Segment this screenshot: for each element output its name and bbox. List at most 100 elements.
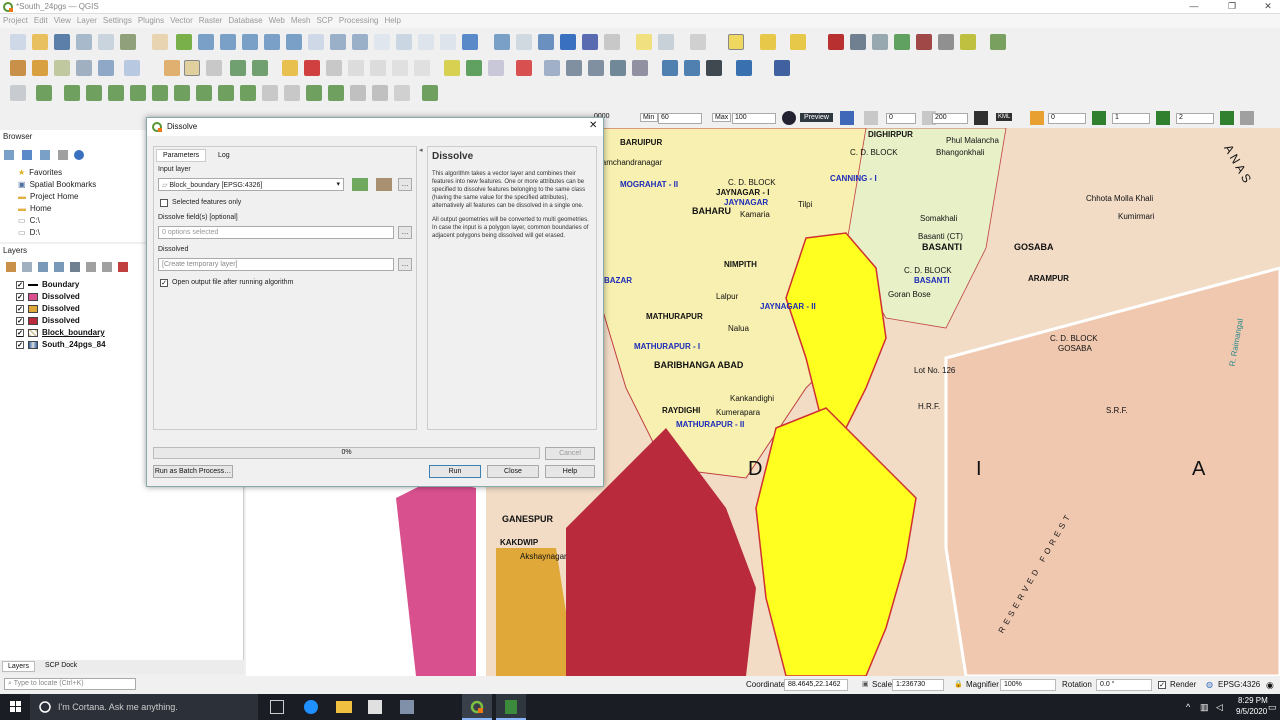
store-icon[interactable] bbox=[368, 700, 382, 714]
copy-icon[interactable] bbox=[348, 60, 364, 76]
menu-processing[interactable]: Processing bbox=[336, 14, 382, 27]
rotate-feature-icon[interactable] bbox=[64, 85, 80, 101]
browser-item-home[interactable]: ▬ Home bbox=[18, 204, 51, 213]
search-layer-icon[interactable] bbox=[684, 60, 700, 76]
scp-play-icon-1[interactable] bbox=[1092, 111, 1106, 125]
help-button[interactable]: Help bbox=[545, 465, 595, 478]
menu-plugins[interactable]: Plugins bbox=[135, 14, 167, 27]
input-layer-browse-button[interactable]: … bbox=[398, 178, 412, 191]
reshape-icon[interactable] bbox=[218, 85, 234, 101]
collapse-all-icon[interactable] bbox=[58, 150, 68, 160]
rotation-field[interactable]: 0.0 ° bbox=[1096, 679, 1152, 691]
field-0-input[interactable]: 0 bbox=[1048, 113, 1086, 124]
selected-only-checkbox[interactable] bbox=[160, 199, 168, 207]
label-tool-icon[interactable] bbox=[444, 60, 460, 76]
dissolved-output-input[interactable]: [Create temporary layer] bbox=[158, 258, 394, 271]
reverse-line-icon[interactable] bbox=[350, 85, 366, 101]
simplify-feature-icon[interactable] bbox=[86, 85, 102, 101]
cut-icon[interactable] bbox=[326, 60, 342, 76]
dissolved-output-browse-button[interactable]: … bbox=[398, 258, 412, 271]
menu-settings[interactable]: Settings bbox=[100, 14, 135, 27]
crs-label[interactable]: EPSG:4326 bbox=[1218, 680, 1260, 689]
magnifier-field[interactable]: 100% bbox=[1000, 679, 1056, 691]
second-app-taskbar-button[interactable] bbox=[496, 694, 526, 720]
shape-digitize-icon[interactable] bbox=[422, 85, 438, 101]
menu-mesh[interactable]: Mesh bbox=[288, 14, 314, 27]
highlight-labels-icon[interactable] bbox=[516, 60, 532, 76]
zoom-native-icon[interactable] bbox=[308, 34, 324, 50]
field-2-input[interactable]: 2 bbox=[1176, 113, 1214, 124]
show-hide-labels-icon[interactable] bbox=[610, 60, 626, 76]
action-center-icon[interactable]: ▭ bbox=[1268, 702, 1277, 713]
scp-t-icon[interactable] bbox=[864, 111, 878, 125]
modify-attributes-icon[interactable] bbox=[282, 60, 298, 76]
merge-features-icon[interactable] bbox=[306, 85, 322, 101]
layer-checkbox[interactable]: ✓ bbox=[16, 280, 24, 289]
move-feature-icon[interactable] bbox=[394, 85, 410, 101]
refresh-icon[interactable] bbox=[462, 34, 478, 50]
fill-ring-icon[interactable] bbox=[152, 85, 168, 101]
layer-checkbox[interactable]: ✓ bbox=[16, 304, 24, 313]
text-annotation-icon[interactable] bbox=[658, 34, 674, 50]
menu-web[interactable]: Web bbox=[266, 14, 288, 27]
python-console-icon[interactable] bbox=[736, 60, 752, 76]
filter-legend-icon[interactable] bbox=[54, 262, 64, 272]
identify-icon[interactable] bbox=[494, 34, 510, 50]
search-globe-icon[interactable] bbox=[662, 60, 678, 76]
layer-item-dissolved-3[interactable]: ✓ Dissolved bbox=[16, 316, 80, 325]
layer-item-dissolved-1[interactable]: ✓ Dissolved bbox=[16, 292, 80, 301]
coordinate-field[interactable]: 88.4645,22.1462 bbox=[784, 679, 848, 691]
run-button[interactable]: Run bbox=[429, 465, 481, 478]
layer-item-boundary[interactable]: ✓ Boundary bbox=[16, 280, 79, 289]
select-features-icon[interactable] bbox=[728, 34, 744, 50]
camera-icon[interactable] bbox=[706, 60, 722, 76]
extent-icon[interactable]: ▣ bbox=[862, 680, 869, 688]
zoom-out-icon[interactable] bbox=[220, 34, 236, 50]
scp-pointer-icon[interactable] bbox=[894, 34, 910, 50]
iterate-icon[interactable] bbox=[352, 178, 368, 191]
kml-button[interactable]: KML bbox=[996, 113, 1013, 121]
tab-scp-dock[interactable]: SCP Dock bbox=[40, 661, 82, 670]
pin-labels-icon[interactable] bbox=[488, 60, 504, 76]
zoom-last-icon[interactable] bbox=[330, 34, 346, 50]
scp-play-icon-3[interactable] bbox=[1220, 111, 1234, 125]
snapping-icon[interactable] bbox=[10, 85, 26, 101]
redo-icon[interactable] bbox=[414, 60, 430, 76]
browser-item-c-drive[interactable]: ▭ C:\ bbox=[18, 216, 40, 225]
annotation-text-icon[interactable] bbox=[690, 34, 706, 50]
app-icon[interactable] bbox=[400, 700, 414, 714]
label-properties-icon[interactable] bbox=[632, 60, 648, 76]
collapse-help-icon[interactable]: ◂ bbox=[419, 146, 423, 154]
tab-parameters[interactable]: Parameters bbox=[156, 149, 207, 162]
tab-log[interactable]: Log bbox=[212, 150, 236, 161]
batch-process-button[interactable]: Run as Batch Process… bbox=[153, 465, 233, 478]
toggle-editing-icon[interactable] bbox=[184, 60, 200, 76]
menu-help[interactable]: Help bbox=[381, 14, 403, 27]
open-project-icon[interactable] bbox=[32, 34, 48, 50]
volume-icon[interactable]: ◁ bbox=[1216, 702, 1223, 713]
scp-tool-icon[interactable] bbox=[850, 34, 866, 50]
digitize-pencil-icon[interactable] bbox=[164, 60, 180, 76]
menu-project[interactable]: Project bbox=[0, 14, 31, 27]
layer-checkbox[interactable]: ✓ bbox=[16, 340, 24, 349]
crs-globe-icon[interactable]: ◍ bbox=[1206, 680, 1213, 689]
zoom-selection-icon[interactable] bbox=[264, 34, 280, 50]
collapse-all-layers-icon[interactable] bbox=[102, 262, 112, 272]
data-source-manager-icon[interactable] bbox=[10, 60, 26, 76]
s-input[interactable]: 200 bbox=[932, 113, 968, 124]
clock-time[interactable]: 8:29 PM bbox=[1238, 696, 1268, 705]
scale-field[interactable]: 1:236730 bbox=[892, 679, 944, 691]
new-3d-view-icon[interactable] bbox=[396, 34, 412, 50]
min-input[interactable]: 60 bbox=[658, 113, 702, 124]
add-feature-icon[interactable] bbox=[230, 60, 246, 76]
measure-icon[interactable] bbox=[604, 34, 620, 50]
browser-item-d-drive[interactable]: ▭ D:\ bbox=[18, 228, 40, 237]
field-1-input[interactable]: 1 bbox=[1112, 113, 1150, 124]
menu-scp[interactable]: SCP bbox=[313, 14, 335, 27]
scp-roi-icon[interactable] bbox=[916, 34, 932, 50]
cancel-button[interactable]: Cancel bbox=[545, 447, 595, 460]
layer-checkbox[interactable]: ✓ bbox=[16, 292, 24, 301]
change-label-icon[interactable] bbox=[588, 60, 604, 76]
new-map-view-icon[interactable] bbox=[374, 34, 390, 50]
split-features-icon[interactable] bbox=[262, 85, 278, 101]
